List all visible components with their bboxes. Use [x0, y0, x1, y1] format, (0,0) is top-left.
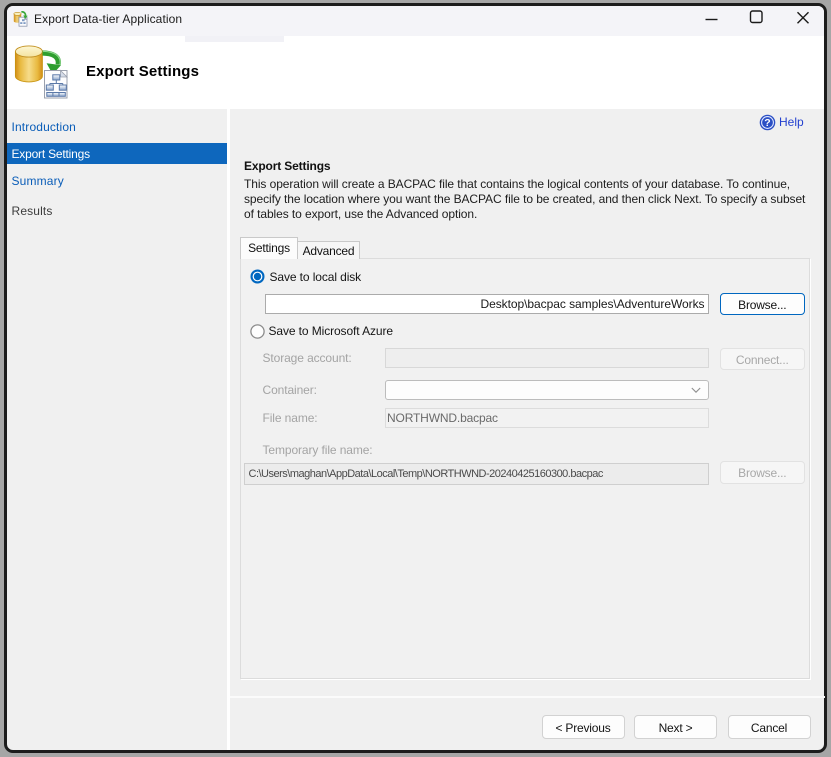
svg-text:?: ?: [764, 117, 770, 129]
